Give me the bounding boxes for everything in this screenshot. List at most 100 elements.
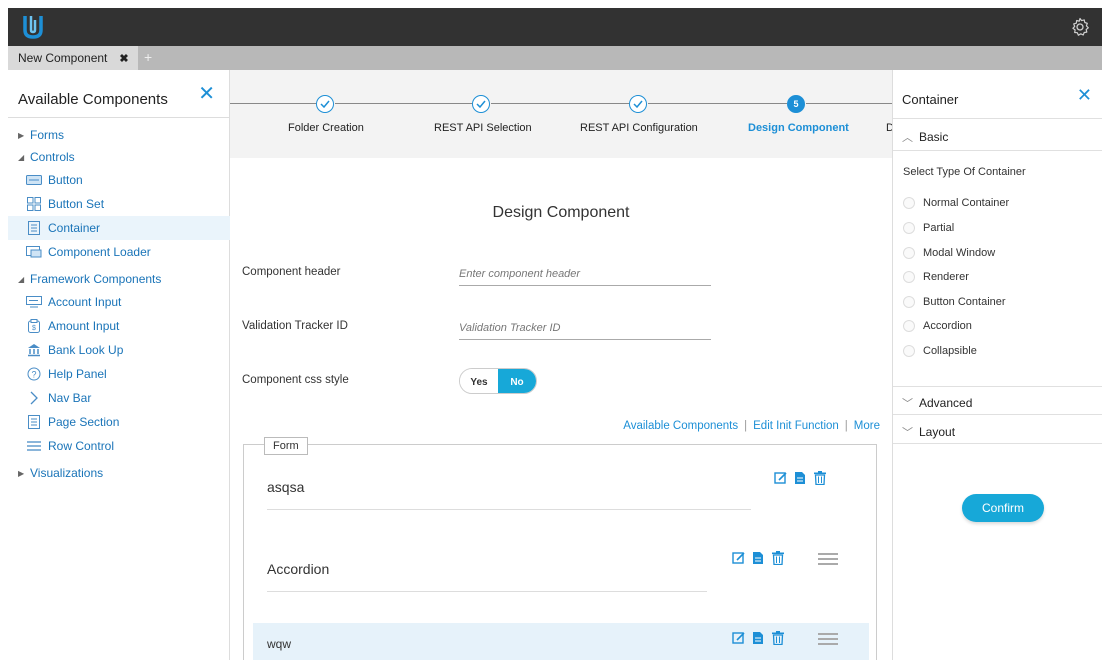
chevron-down-icon: ﹀ [902,427,913,439]
tree-item-help-panel[interactable]: ? Help Panel [8,362,230,386]
available-components-link[interactable]: Available Components [623,420,738,432]
edit-init-function-link[interactable]: Edit Init Function [753,420,839,432]
radio-accordion[interactable]: Accordion [903,320,972,332]
radio-button[interactable] [903,271,915,283]
drag-handle-icon[interactable] [818,553,838,565]
tree-group-forms[interactable]: ▶ Forms [8,124,230,146]
document-icon[interactable] [794,471,808,485]
radio-label: Collapsible [923,345,977,357]
close-icon[interactable]: ✕ [1077,86,1092,104]
component-header-input[interactable] [459,262,711,286]
component-css-label: Component css style [242,374,349,386]
available-components-panel: Available Components ✕ ▶ Forms ◢ Control… [8,70,230,660]
panel-title: Container [902,92,959,107]
radio-collapsible[interactable]: Collapsible [903,345,977,357]
tree-item-account-input[interactable]: Account Input [8,290,230,314]
radio-button[interactable] [903,247,915,259]
tree-item-amount-input[interactable]: $ Amount Input [8,314,230,338]
edit-icon[interactable] [732,631,746,645]
tree-item-label: Button [48,173,83,187]
radio-button[interactable] [903,320,915,332]
edit-icon[interactable] [774,471,788,485]
caret-down-icon: ◢ [18,274,25,284]
row-actions [774,471,828,485]
radio-normal-container[interactable]: Normal Container [903,197,1009,209]
tree-item-component-loader[interactable]: Component Loader [8,240,230,264]
link-separator: | [844,420,848,432]
validation-tracker-input[interactable] [459,316,711,340]
design-component-card: Design Component Component header Valida… [230,158,892,660]
section-basic-toggle[interactable]: ︿ Basic [902,129,948,145]
form-row-selected[interactable]: wqw [253,623,869,660]
tree-item-bank-look-up[interactable]: Bank Look Up [8,338,230,362]
tree-group-label: Controls [30,150,75,164]
confirm-button[interactable]: Confirm [962,494,1044,522]
form-row-title[interactable]: asqsa [267,479,304,495]
radio-modal-window[interactable]: Modal Window [903,247,995,259]
tree-item-container[interactable]: Container [8,216,230,240]
step-connector [335,103,472,104]
close-icon[interactable]: ✕ [198,84,215,104]
more-link[interactable]: More [854,420,880,432]
tree-item-button[interactable]: Button [8,168,230,192]
step-label-folder-creation[interactable]: Folder Creation [288,122,364,134]
radio-button[interactable] [903,296,915,308]
container-icon [26,221,42,235]
toggle-no-option[interactable]: No [498,369,536,393]
document-icon[interactable] [752,551,766,565]
step-done-check-icon[interactable] [629,95,647,113]
tree-item-button-set[interactable]: Button Set [8,192,230,216]
step-current-number[interactable]: 5 [787,95,805,113]
row-actions [732,551,786,565]
radio-button[interactable] [903,222,915,234]
section-advanced-toggle[interactable]: ﹀ Advanced [902,395,972,411]
container-type-label: Select Type Of Container [903,166,1026,178]
drag-handle-icon[interactable] [818,633,838,645]
form-row-title[interactable]: Accordion [267,561,329,577]
tree-group-framework-components[interactable]: ◢ Framework Components [8,268,230,290]
radio-label: Partial [923,222,955,234]
add-tab-icon[interactable]: + [144,49,152,65]
trash-icon[interactable] [814,471,828,485]
radio-button[interactable] [903,345,915,357]
form-row-title: wqw [267,637,292,651]
tree-group-controls[interactable]: ◢ Controls [8,146,230,168]
gear-icon[interactable] [1070,17,1090,37]
divider [893,150,1102,151]
tree-item-row-control[interactable]: Row Control [8,434,230,458]
document-icon[interactable] [752,631,766,645]
tab-close-icon[interactable]: ✖ [119,52,128,65]
edit-icon[interactable] [732,551,746,565]
form-toolbar-links: Available Components | Edit Init Function |… [623,420,880,432]
tree-item-label: Page Section [48,415,120,429]
step-label-rest-api-selection[interactable]: REST API Selection [434,122,532,134]
css-style-toggle[interactable]: Yes No [459,368,537,394]
u-logo-icon[interactable] [22,14,44,40]
tree-item-label: Bank Look Up [48,343,124,357]
chevron-down-icon: ﹀ [902,398,913,410]
account-input-icon [26,295,42,309]
component-loader-icon [26,245,42,259]
step-done-check-icon[interactable] [316,95,334,113]
section-label: Layout [919,425,956,439]
trash-icon[interactable] [772,551,786,565]
tree-group-visualizations[interactable]: ▶ Visualizations [8,462,230,484]
step-label-design-component[interactable]: Design Component [748,122,849,134]
tab-new-component[interactable]: New Component ✖ [8,46,138,70]
radio-label: Accordion [923,320,972,332]
tab-label: New Component [18,51,108,65]
step-label-rest-api-configuration[interactable]: REST API Configuration [580,122,698,134]
radio-partial[interactable]: Partial [903,222,954,234]
radio-button[interactable] [903,197,915,209]
tree-item-page-section[interactable]: Page Section [8,410,230,434]
row-control-icon [26,439,42,453]
tree-item-nav-bar[interactable]: Nav Bar [8,386,230,410]
radio-renderer[interactable]: Renderer [903,271,969,283]
toggle-yes-option[interactable]: Yes [460,369,498,393]
radio-button-container[interactable]: Button Container [903,296,1006,308]
trash-icon[interactable] [772,631,786,645]
form-container: Form asqsa Accordion wqw [243,437,877,660]
section-layout-toggle[interactable]: ﹀ Layout [902,424,955,440]
step-done-check-icon[interactable] [472,95,490,113]
tree-item-label: Row Control [48,439,115,453]
